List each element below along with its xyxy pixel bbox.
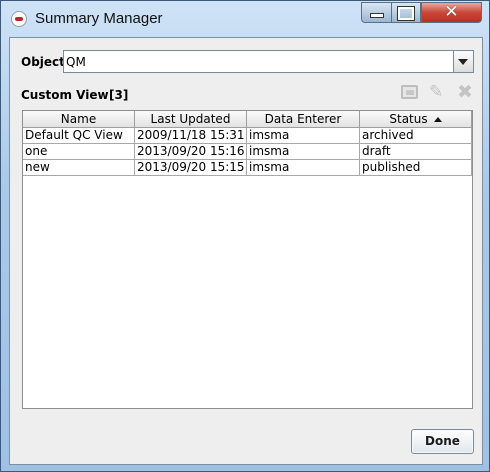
cell-name: Default QC View bbox=[23, 128, 135, 144]
minimize-icon bbox=[369, 13, 384, 18]
object-selected-value: QM bbox=[66, 55, 86, 69]
cell-status: archived bbox=[360, 128, 472, 144]
done-button[interactable]: Done bbox=[411, 429, 474, 454]
custom-view-count: [3] bbox=[109, 88, 129, 102]
custom-view-label: Custom View bbox=[21, 88, 109, 102]
cell-last-updated: 2009/11/18 15:31 bbox=[135, 128, 247, 144]
column-header-label: Last Updated bbox=[150, 112, 231, 126]
maximize-icon bbox=[397, 6, 415, 21]
cell-name: one bbox=[23, 144, 135, 160]
table-header: Name Last Updated Data Enterer Status bbox=[23, 111, 472, 128]
table-row[interactable]: Default QC View 2009/11/18 15:31 imsma a… bbox=[23, 128, 472, 144]
cell-last-updated: 2013/09/20 15:16 bbox=[135, 144, 247, 160]
column-header-data-enterer[interactable]: Data Enterer bbox=[247, 111, 360, 128]
edit-button[interactable]: ✎ bbox=[426, 82, 448, 104]
column-header-status[interactable]: Status bbox=[360, 111, 472, 128]
edit-icon: ✎ bbox=[429, 82, 444, 102]
maximize-button[interactable] bbox=[391, 2, 421, 23]
table-row[interactable]: new 2013/09/20 15:15 imsma published bbox=[23, 160, 472, 176]
title-bar[interactable]: Summary Manager ✕ bbox=[1, 1, 489, 37]
table-row[interactable]: one 2013/09/20 15:16 imsma draft bbox=[23, 144, 472, 160]
cell-data-enterer: imsma bbox=[247, 128, 360, 144]
window-title: Summary Manager bbox=[35, 10, 163, 27]
dialog-content: Object QM Custom View [3] ✎ ✖ Name Last … bbox=[9, 37, 483, 465]
custom-view-table[interactable]: Name Last Updated Data Enterer Status De… bbox=[22, 110, 473, 409]
view-button[interactable] bbox=[399, 82, 421, 104]
delete-icon: ✖ bbox=[457, 81, 473, 103]
close-icon: ✕ bbox=[444, 2, 459, 22]
minimize-button[interactable] bbox=[361, 2, 391, 23]
summary-manager-window: Summary Manager ✕ Object QM Custom View … bbox=[0, 0, 490, 472]
object-select[interactable]: QM bbox=[63, 50, 474, 73]
column-header-label: Name bbox=[60, 112, 97, 126]
view-icon bbox=[401, 85, 418, 99]
app-icon bbox=[11, 11, 27, 27]
column-header-name[interactable]: Name bbox=[23, 111, 135, 128]
chevron-down-icon[interactable] bbox=[453, 51, 473, 72]
cell-data-enterer: imsma bbox=[247, 144, 360, 160]
cell-last-updated: 2013/09/20 15:15 bbox=[135, 160, 247, 176]
close-button[interactable]: ✕ bbox=[421, 2, 482, 23]
cell-status: draft bbox=[360, 144, 472, 160]
column-header-label: Data Enterer bbox=[264, 112, 342, 126]
sort-ascending-icon bbox=[433, 117, 442, 122]
column-header-last-updated[interactable]: Last Updated bbox=[135, 111, 247, 128]
delete-button[interactable]: ✖ bbox=[453, 81, 475, 104]
object-label: Object bbox=[21, 55, 65, 69]
cell-name: new bbox=[23, 160, 135, 176]
cell-data-enterer: imsma bbox=[247, 160, 360, 176]
cell-status: published bbox=[360, 160, 472, 176]
column-header-label: Status bbox=[389, 112, 428, 126]
